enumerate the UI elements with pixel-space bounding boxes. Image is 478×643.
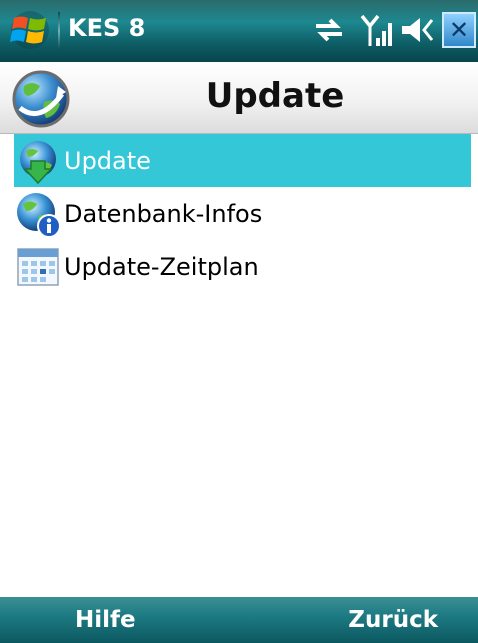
page-header: Update bbox=[0, 62, 478, 134]
signal-icon[interactable] bbox=[360, 14, 392, 48]
list-item-update-zeitplan[interactable]: Update-Zeitplan bbox=[0, 240, 478, 293]
speaker-icon[interactable] bbox=[400, 14, 436, 46]
sync-icon[interactable] bbox=[312, 14, 346, 46]
app-title: KES 8 bbox=[68, 14, 146, 42]
list-item-update[interactable]: Update bbox=[14, 134, 471, 187]
menu-list: Update Datenbank-Infos Update-Zeitplan bbox=[0, 134, 478, 293]
page-title: Update bbox=[205, 76, 345, 116]
close-button[interactable]: ✕ bbox=[442, 12, 476, 48]
update-download-icon bbox=[20, 140, 56, 184]
globe-update-icon bbox=[12, 70, 70, 128]
list-item-label: Update-Zeitplan bbox=[64, 252, 259, 281]
list-item-label: Datenbank-Infos bbox=[64, 199, 263, 228]
database-info-icon bbox=[17, 192, 61, 238]
status-separator bbox=[58, 12, 60, 50]
close-icon: ✕ bbox=[448, 16, 470, 44]
help-softkey[interactable]: Hilfe bbox=[75, 607, 136, 633]
schedule-calendar-icon bbox=[17, 247, 59, 286]
back-softkey[interactable]: Zurück bbox=[348, 607, 438, 633]
list-item-datenbank-infos[interactable]: Datenbank-Infos bbox=[0, 187, 478, 240]
windows-start-icon[interactable] bbox=[8, 10, 52, 50]
status-bar: KES 8 ✕ bbox=[0, 0, 478, 62]
softkey-bar: Hilfe Zurück bbox=[0, 597, 478, 643]
list-item-label: Update bbox=[64, 146, 151, 175]
